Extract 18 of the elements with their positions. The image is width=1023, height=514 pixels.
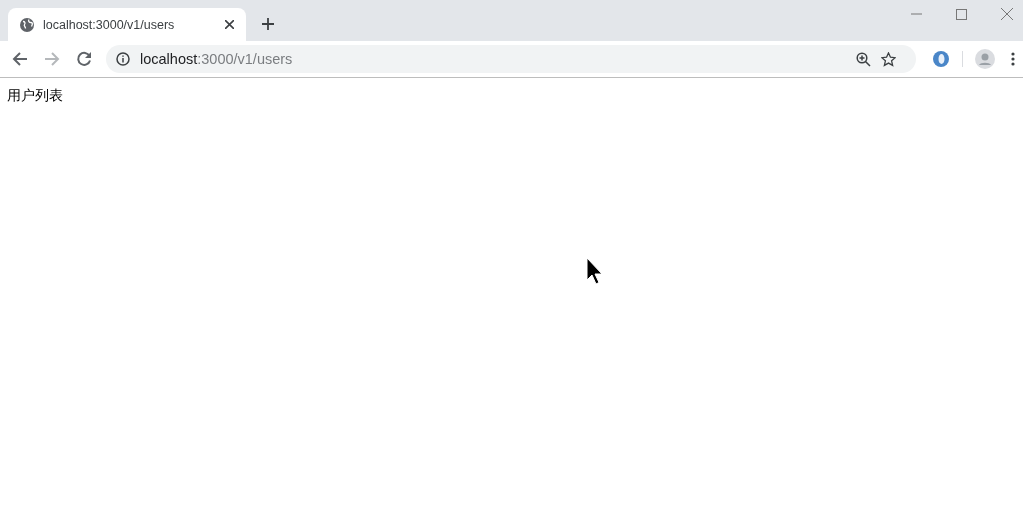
page-text: 用户列表	[7, 87, 63, 105]
zoom-icon[interactable]	[856, 51, 871, 67]
menu-icon[interactable]	[1011, 52, 1015, 66]
plus-icon	[261, 17, 275, 31]
url-text: localhost:3000/v1/users	[140, 51, 293, 67]
info-icon[interactable]	[116, 52, 130, 66]
address-bar[interactable]: localhost:3000/v1/users	[106, 45, 916, 73]
extension-icon[interactable]	[932, 50, 950, 68]
mouse-pointer-icon	[586, 257, 603, 287]
close-icon[interactable]	[225, 20, 234, 29]
tab-title: localhost:3000/v1/users	[43, 17, 175, 32]
star-icon[interactable]	[881, 51, 896, 67]
profile-avatar-icon[interactable]	[975, 49, 995, 69]
maximize-icon[interactable]	[956, 8, 967, 20]
back-arrow-icon[interactable]	[12, 51, 28, 67]
browser-tab[interactable]: localhost:3000/v1/users	[8, 8, 246, 41]
reload-icon[interactable]	[76, 51, 92, 67]
globe-icon	[20, 17, 34, 32]
